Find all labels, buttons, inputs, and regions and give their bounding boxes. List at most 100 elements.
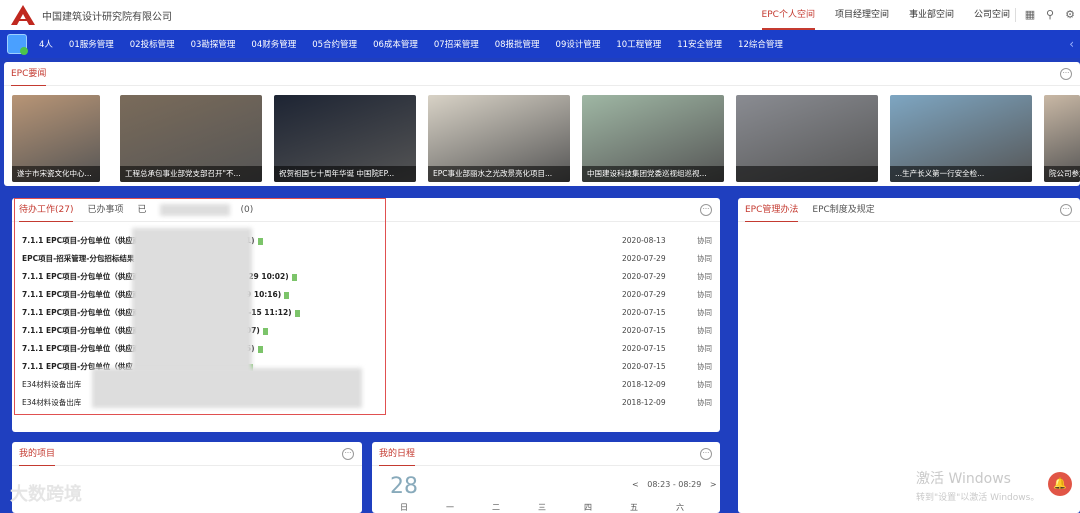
nav-01-service[interactable]: 01服务管理 (69, 38, 114, 50)
tab-pending[interactable]: 待办工作(27) (19, 198, 74, 222)
todo-date: 2020-08-13 (622, 236, 666, 245)
tab-sent[interactable]: 已 (138, 198, 147, 222)
tab-epc-rules[interactable]: EPC制度及规定 (812, 198, 874, 222)
nav-11-safety[interactable]: 11安全管理 (677, 38, 722, 50)
todo-row[interactable]: EPC项目-招采管理-分包招标结果 2020-07-29 协同 (22, 250, 712, 268)
redacted-area (92, 368, 362, 408)
nav-project-manager[interactable]: 项目经理空间 (835, 0, 889, 30)
nav-07-procurement[interactable]: 07招采管理 (434, 38, 479, 50)
todo-row[interactable]: 7.1.1 EPC项目-分包单位（供应商）入 -29 10:02) 2020-07-… (22, 268, 712, 286)
todo-type: 协同 (697, 344, 712, 353)
flag-icon (262, 327, 268, 335)
tab-my-schedule[interactable]: 我的日程 (379, 442, 416, 466)
nav-division[interactable]: 事业部空间 (909, 0, 954, 30)
flag-icon (257, 237, 263, 245)
grid-icon[interactable]: ▦ (1024, 9, 1036, 21)
news-thumb[interactable]: 工程总承包事业部党支部召开"不... (120, 95, 262, 182)
brand-watermark: 大数跨境 (10, 484, 82, 505)
avatar[interactable] (7, 34, 28, 55)
todo-row[interactable]: 7.1.1 EPC项目-分包单位（供应商）:21)2020-08-13协同 (22, 232, 712, 250)
tab-my-projects[interactable]: 我的项目 (19, 442, 56, 466)
management-header: EPC管理办法 EPC制度及规定 ··· (738, 198, 1080, 222)
nav-company[interactable]: 公司空间 (974, 0, 1010, 30)
tab-other[interactable]: (0) (241, 198, 254, 222)
news-thumb[interactable]: ...生产长义第一行安全检... (890, 95, 1032, 182)
news-caption: 遂宁市宋瓷文化中心... (12, 166, 100, 182)
todo-row[interactable]: 7.1.1 EPC项目-分包单位（供应商） -29 10:16) 2020-07-2… (22, 286, 712, 304)
projects-header: 我的项目 ··· (12, 442, 362, 466)
more-icon[interactable]: ··· (700, 448, 712, 460)
nav-epc-personal[interactable]: EPC个人空间 (761, 0, 815, 30)
news-thumb[interactable]: 院公司参加... (1044, 95, 1080, 182)
todo-title-text: E34材料设备出库 (22, 380, 82, 389)
news-caption: 祝贺祖国七十周年华诞 中国院EP... (274, 166, 416, 182)
weekday-label: 六 (676, 503, 684, 512)
tab-epc-news[interactable]: EPC要闻 (11, 62, 47, 86)
flag-icon (294, 309, 300, 317)
schedule-panel: 我的日程 ··· 28 < 08:23 - 08:29 > 日 一 二 三 四 五 六 (372, 442, 720, 513)
chevron-left-icon[interactable]: ‹ (1069, 37, 1074, 51)
news-caption: 工程总承包事业部党支部召开"不... (120, 166, 262, 182)
week-range: < 08:23 - 08:29 > (632, 480, 717, 489)
nav-03-survey[interactable]: 03勘探管理 (191, 38, 236, 50)
todo-header: 待办工作(27) 已办事项 已 (0) ··· (12, 198, 720, 222)
todo-row[interactable]: 7.1.1 EPC项目-分包单位（供应商） 07-15 11:12) 2020-07… (22, 304, 712, 322)
news-thumb[interactable]: 中国建设科技集团党委巡视组巡视... (582, 95, 724, 182)
todo-date: 2020-07-15 (622, 344, 666, 353)
todo-row[interactable]: 7.1.1 EPC项目-分包单位（供应商）:15)2020-07-15协同 (22, 340, 712, 358)
module-nav: 4人 01服务管理 02投标管理 03勘探管理 04财务管理 05合约管理 06… (0, 30, 1080, 58)
nav-12-general[interactable]: 12综合管理 (738, 38, 783, 50)
todo-date: 2020-07-29 (622, 272, 666, 281)
news-caption (736, 166, 878, 182)
next-week-icon[interactable]: > (710, 480, 717, 489)
nav-06-cost[interactable]: 06成本管理 (373, 38, 418, 50)
todo-title-text: 7.1.1 EPC项目-分包单位（供应商） (22, 308, 148, 317)
news-caption: 中国建设科技集团党委巡视组巡视... (582, 166, 724, 182)
management-panel: EPC管理办法 EPC制度及规定 ··· (738, 198, 1080, 513)
top-nav: EPC个人空间 项目经理空间 事业部空间 公司空间 (761, 0, 1010, 30)
nav-10-engineering[interactable]: 10工程管理 (616, 38, 661, 50)
news-caption: EPC事业部丽水之光改景亮化项目... (428, 166, 570, 182)
todo-title-text: 7.1.1 EPC项目-分包单位（供应商） (22, 344, 148, 353)
company-name: 中国建筑设计研究院有限公司 (42, 11, 172, 23)
news-caption: ...生产长义第一行安全检... (890, 166, 1032, 182)
todo-type: 协同 (697, 290, 712, 299)
company-logo[interactable] (10, 4, 36, 26)
flag-icon (257, 345, 263, 353)
nav-09-design[interactable]: 09设计管理 (556, 38, 601, 50)
divider (1015, 8, 1016, 22)
todo-row[interactable]: 7.1.1 EPC项目-分包单位（供应商）1:07)2020-07-15协同 (22, 322, 712, 340)
news-thumb[interactable] (736, 95, 878, 182)
watermark-line1: 激活 Windows (916, 471, 1011, 487)
todo-date: 2018-12-09 (622, 398, 666, 407)
search-icon[interactable]: ⚲ (1044, 9, 1056, 21)
settings-icon[interactable]: ⚙ (1064, 9, 1076, 21)
notification-bell-icon[interactable]: 🔔 (1048, 472, 1072, 496)
news-thumb[interactable]: EPC事业部丽水之光改景亮化项目... (428, 95, 570, 182)
weekday-label: 三 (538, 503, 546, 512)
nav-04-finance[interactable]: 04财务管理 (251, 38, 296, 50)
news-thumb[interactable]: 祝贺祖国七十周年华诞 中国院EP... (274, 95, 416, 182)
todo-date: 2020-07-29 (622, 254, 666, 263)
news-header: EPC要闻 ··· (4, 62, 1080, 86)
nav-08-approval[interactable]: 08报批管理 (495, 38, 540, 50)
todo-type: 协同 (697, 254, 712, 263)
more-icon[interactable]: ··· (342, 448, 354, 460)
todo-title-text: E34材料设备出库 (22, 398, 82, 407)
current-day: 28 (390, 474, 418, 499)
todo-date: 2020-07-29 (622, 290, 666, 299)
online-status-icon (20, 47, 28, 55)
todo-title-text: 7.1.1 EPC项目-分包单位（供应商） (22, 290, 148, 299)
todo-panel: 待办工作(27) 已办事项 已 (0) ··· 7.1.1 EPC项目-分包单位… (12, 198, 720, 432)
nav-02-bidding[interactable]: 02投标管理 (130, 38, 175, 50)
more-icon[interactable]: ··· (700, 204, 712, 216)
prev-week-icon[interactable]: < (632, 480, 639, 489)
tab-epc-methods[interactable]: EPC管理办法 (745, 198, 799, 222)
more-icon[interactable]: ··· (1060, 68, 1072, 80)
tab-done[interactable]: 已办事项 (87, 198, 123, 222)
news-thumb[interactable]: 遂宁市宋瓷文化中心... (12, 95, 100, 182)
nav-05-contract[interactable]: 05合约管理 (312, 38, 357, 50)
todo-title-text: 7.1.1 EPC项目-分包单位（供应商） (22, 326, 148, 335)
more-icon[interactable]: ··· (1060, 204, 1072, 216)
watermark-line2: 转到"设置"以激活 Windows。 (916, 493, 1040, 503)
